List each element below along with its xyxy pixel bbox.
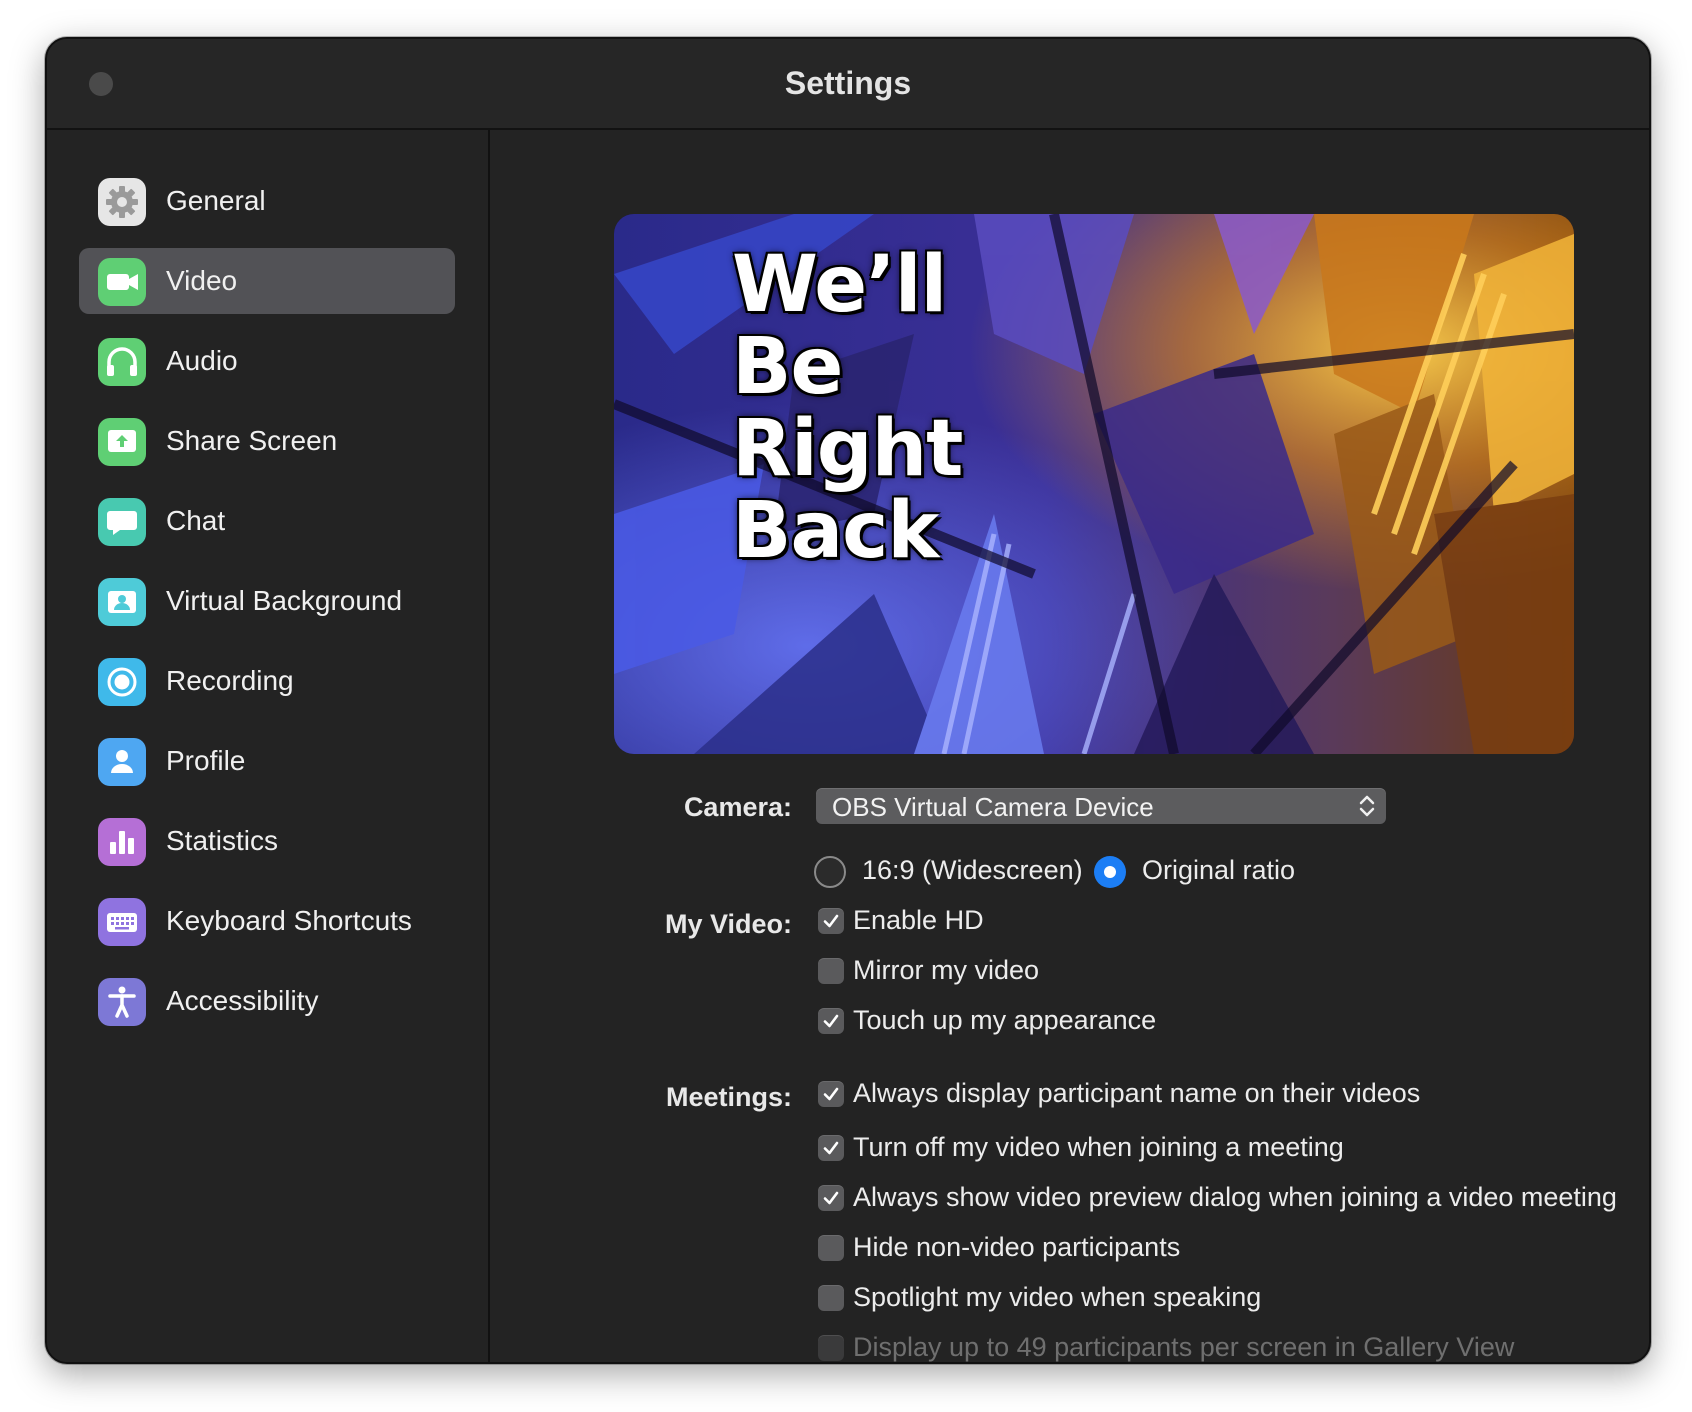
widescreen-radio-label: 16:9 (Widescreen): [862, 855, 1083, 885]
sidebar-item-statistics[interactable]: Statistics: [79, 808, 455, 874]
sidebar-item-label: Recording: [166, 665, 294, 696]
headphones-icon: [98, 338, 146, 386]
sidebar-item-recording[interactable]: Recording: [79, 648, 455, 714]
checkbox-label: Touch up my appearance: [853, 1005, 1157, 1035]
settings-window: Settings General Video Audio Share Scree…: [45, 37, 1651, 1364]
camera-select-value: OBS Virtual Camera Device: [832, 792, 1154, 822]
original-ratio-radio[interactable]: [1094, 856, 1126, 888]
sidebar-item-accessibility[interactable]: Accessibility: [79, 968, 455, 1034]
checkbox-box[interactable]: [818, 1135, 844, 1161]
checkmark-icon: [823, 1014, 839, 1028]
preview-overlay-text: We’ll Be Right Back: [732, 240, 963, 576]
preview-text-line: Right: [732, 404, 963, 494]
preview-text-line: We’ll: [732, 240, 947, 330]
checkbox-box[interactable]: [818, 1185, 844, 1211]
preview-text-line: Be: [732, 322, 843, 412]
checkbox-label: Always display participant name on their…: [853, 1078, 1421, 1108]
record-icon: [98, 658, 146, 706]
checkbox-box[interactable]: [818, 1008, 844, 1034]
camera-select[interactable]: OBS Virtual Camera Device: [816, 788, 1386, 824]
sidebar-item-share-screen[interactable]: Share Screen: [79, 408, 455, 474]
sidebar-item-label: Profile: [166, 745, 246, 776]
chevron-up-down-icon: [1359, 795, 1375, 817]
sidebar-item-keyboard-shortcuts[interactable]: Keyboard Shortcuts: [79, 888, 455, 954]
gear-icon: [98, 178, 146, 226]
checkbox-label: Enable HD: [853, 905, 984, 935]
sidebar-item-virtual-background[interactable]: Virtual Background: [79, 568, 455, 634]
sidebar-item-profile[interactable]: Profile: [79, 728, 455, 794]
keyboard-icon: [98, 898, 146, 946]
checkbox-label: Hide non-video participants: [853, 1232, 1181, 1262]
widescreen-radio[interactable]: [814, 856, 846, 888]
sidebar-item-label: General: [166, 185, 266, 216]
checkmark-icon: [823, 1087, 839, 1101]
checkmark-icon: [823, 1141, 839, 1155]
video-preview: We’ll Be Right Back: [614, 214, 1574, 754]
bar-chart-icon: [98, 818, 146, 866]
checkbox-box[interactable]: [818, 1285, 844, 1311]
title-bar: Settings: [47, 39, 1649, 130]
sidebar-item-general[interactable]: General: [79, 168, 455, 234]
my-video-label: My Video:: [664, 909, 792, 939]
settings-sidebar: General Video Audio Share Screen Chat Vi…: [47, 130, 490, 1362]
sidebar-item-label: Video: [166, 265, 238, 296]
checkmark-icon: [823, 1191, 839, 1205]
checkbox-box[interactable]: [818, 958, 844, 984]
accessibility-icon: [98, 978, 146, 1026]
checkbox-box: [818, 1335, 844, 1361]
sidebar-item-label: Share Screen: [166, 425, 338, 456]
chat-bubble-icon: [98, 498, 146, 546]
video-camera-icon: [98, 258, 146, 306]
sidebar-item-label: Chat: [166, 505, 226, 536]
checkbox-box[interactable]: [818, 1081, 844, 1107]
camera-label: Camera:: [683, 792, 792, 822]
sidebar-item-label: Accessibility: [166, 985, 319, 1016]
checkbox-label: Turn off my video when joining a meeting: [853, 1132, 1344, 1162]
checkbox-box[interactable]: [818, 908, 844, 934]
sidebar-item-label: Virtual Background: [166, 585, 403, 616]
sidebar-item-label: Audio: [166, 345, 238, 376]
video-settings-panel: We’ll Be Right Back Camera: OBS Virtual …: [490, 130, 1649, 1362]
checkbox-box[interactable]: [818, 1235, 844, 1261]
profile-icon: [98, 738, 146, 786]
original-ratio-radio-label: Original ratio: [1142, 855, 1296, 885]
checkbox-label: Display up to 49 participants per screen…: [853, 1332, 1515, 1362]
preview-text-line: Back: [732, 486, 939, 576]
share-screen-icon: [98, 418, 146, 466]
sidebar-item-audio[interactable]: Audio: [79, 328, 455, 394]
meetings-label: Meetings:: [665, 1082, 792, 1112]
sidebar-item-label: Keyboard Shortcuts: [166, 905, 412, 936]
checkmark-icon: [823, 914, 839, 928]
virtual-background-icon: [98, 578, 146, 626]
window-title: Settings: [784, 65, 912, 101]
checkbox-label: Mirror my video: [853, 955, 1040, 985]
checkbox-label: Spotlight my video when speaking: [853, 1282, 1262, 1312]
sidebar-item-chat[interactable]: Chat: [79, 488, 455, 554]
sidebar-item-video[interactable]: Video: [79, 248, 455, 314]
checkbox-label: Always show video preview dialog when jo…: [853, 1182, 1617, 1212]
sidebar-item-label: Statistics: [166, 825, 279, 856]
